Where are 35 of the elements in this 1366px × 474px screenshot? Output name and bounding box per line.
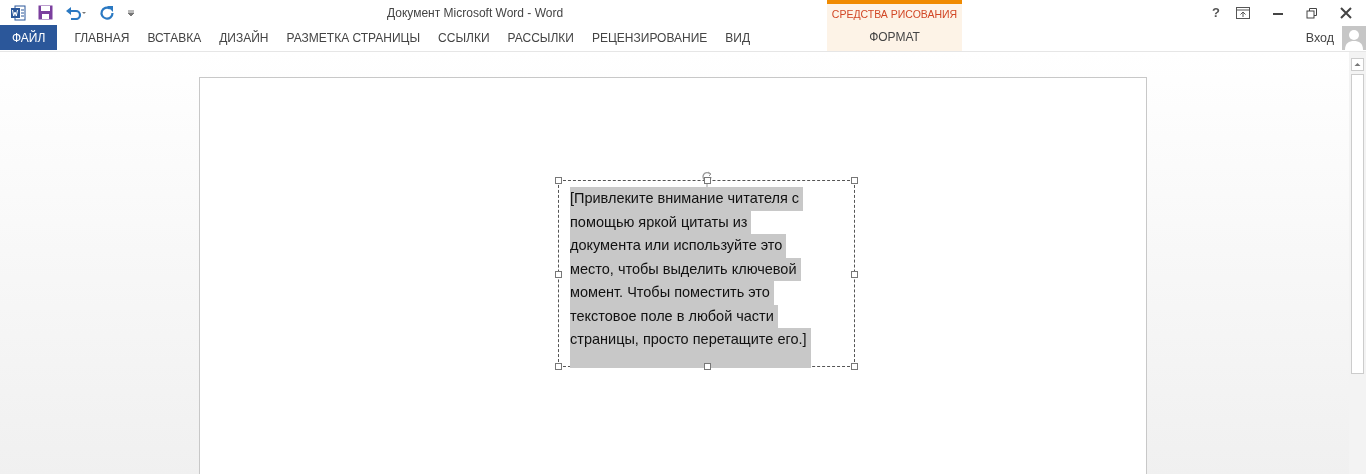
ribbon-tab[interactable]: ВСТАВКА [138, 25, 211, 50]
customize-icon[interactable] [127, 7, 135, 18]
resize-handle[interactable] [704, 177, 711, 184]
window-title: Документ Microsoft Word - Word [387, 5, 564, 20]
ribbon-tab[interactable]: ВИД [716, 25, 760, 50]
vertical-scrollbar[interactable] [1349, 52, 1366, 474]
ribbon-tab[interactable]: РАЗМЕТКА СТРАНИЦЫ [277, 25, 430, 50]
word-icon[interactable] [10, 4, 26, 21]
ribbon-tab[interactable]: РЕЦЕНЗИРОВАНИЕ [582, 25, 717, 50]
close-icon[interactable] [1340, 6, 1352, 19]
ribbon-display-icon[interactable] [1236, 6, 1250, 19]
resize-handle[interactable] [851, 363, 858, 370]
resize-handle[interactable] [555, 177, 562, 184]
ribbon-tab[interactable]: ГЛАВНАЯ [65, 25, 139, 50]
scroll-up-icon[interactable] [1351, 58, 1364, 71]
ribbon-tab[interactable]: ССЫЛКИ [429, 25, 499, 50]
text-box[interactable] [558, 180, 855, 367]
resize-handle[interactable] [851, 271, 858, 278]
help-button[interactable]: ? [1212, 5, 1220, 20]
restore-icon[interactable] [1306, 6, 1318, 19]
undo-icon[interactable] [65, 5, 87, 20]
ribbon-tab[interactable]: ДИЗАЙН [210, 25, 278, 50]
sign-in-link[interactable]: Вход [1305, 31, 1334, 45]
resize-handle[interactable] [851, 177, 858, 184]
ribbon-tab[interactable]: РАССЫЛКИ [498, 25, 583, 50]
ribbon-tab[interactable]: ФОРМАТ [863, 30, 926, 44]
ribbon-tab[interactable]: ФАЙЛ [0, 25, 58, 50]
resize-handle[interactable] [704, 363, 711, 370]
resize-handle[interactable] [555, 271, 562, 278]
scroll-thumb[interactable] [1351, 74, 1364, 374]
contextual-group-label: СРЕДСТВА РИСОВАНИЯ [831, 8, 958, 20]
rotate-handle-icon[interactable] [699, 170, 714, 188]
redo-icon[interactable] [99, 4, 115, 21]
resize-handle[interactable] [555, 363, 562, 370]
save-icon[interactable] [38, 5, 53, 20]
